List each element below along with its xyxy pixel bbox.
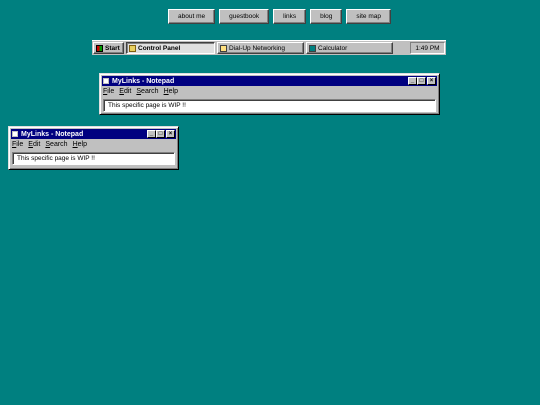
- task-label: Control Panel: [138, 44, 181, 52]
- clock: 1:49 PM: [415, 44, 440, 52]
- window-title: MyLinks - Notepad: [112, 77, 175, 85]
- maximize-button[interactable]: □: [156, 130, 165, 138]
- minimize-button[interactable]: _: [408, 77, 417, 85]
- folder-icon: [129, 44, 136, 52]
- minimize-button[interactable]: _: [147, 130, 156, 138]
- taskbar: Start Control Panel Dial-Up Networking C…: [92, 40, 446, 55]
- system-tray-clock[interactable]: 1:49 PM: [410, 42, 445, 54]
- title-bar[interactable]: MyLinks - Notepad _ □ ×: [102, 76, 437, 86]
- task-label: Dial-Up Networking: [229, 44, 285, 52]
- task-calculator[interactable]: Calculator: [306, 42, 393, 54]
- nav-site-map[interactable]: site map: [346, 9, 391, 24]
- title-bar[interactable]: MyLinks - Notepad _ □ ×: [11, 129, 176, 139]
- text-area[interactable]: This specific page is WIP !!: [103, 99, 436, 112]
- menu-help[interactable]: Help: [164, 88, 178, 95]
- start-button[interactable]: Start: [93, 42, 124, 54]
- notepad-icon: [12, 131, 18, 137]
- maximize-button[interactable]: □: [417, 77, 426, 85]
- task-label: Calculator: [318, 44, 348, 52]
- notepad-window[interactable]: MyLinks - Notepad _ □ × File Edit Search…: [8, 126, 179, 170]
- nav-blog[interactable]: blog: [310, 9, 343, 24]
- nav-about-me[interactable]: about me: [168, 9, 216, 24]
- menu-search[interactable]: Search: [45, 141, 67, 148]
- window-title: MyLinks - Notepad: [21, 130, 84, 138]
- notepad-window[interactable]: MyLinks - Notepad _ □ × File Edit Search…: [99, 73, 440, 115]
- menu-edit[interactable]: Edit: [119, 88, 131, 95]
- nav-guestbook[interactable]: guestbook: [219, 9, 270, 24]
- start-label: Start: [105, 44, 120, 52]
- notepad-icon: [103, 78, 109, 84]
- menu-help[interactable]: Help: [73, 141, 87, 148]
- nav-links[interactable]: links: [273, 9, 307, 24]
- menu-bar: File Edit Search Help: [102, 86, 437, 97]
- menu-file[interactable]: File: [103, 88, 114, 95]
- close-button[interactable]: ×: [166, 130, 175, 138]
- windows-logo-icon: [96, 44, 103, 52]
- task-control-panel[interactable]: Control Panel: [126, 42, 215, 54]
- menu-bar: File Edit Search Help: [11, 139, 176, 150]
- dialup-icon: [220, 44, 227, 52]
- menu-search[interactable]: Search: [136, 88, 158, 95]
- task-dialup-networking[interactable]: Dial-Up Networking: [217, 42, 304, 54]
- menu-edit[interactable]: Edit: [28, 141, 40, 148]
- close-button[interactable]: ×: [427, 77, 436, 85]
- text-area[interactable]: This specific page is WIP !!: [12, 152, 175, 165]
- top-nav: about me guestbook links blog site map: [168, 9, 391, 24]
- calculator-icon: [309, 44, 316, 52]
- menu-file[interactable]: File: [12, 141, 23, 148]
